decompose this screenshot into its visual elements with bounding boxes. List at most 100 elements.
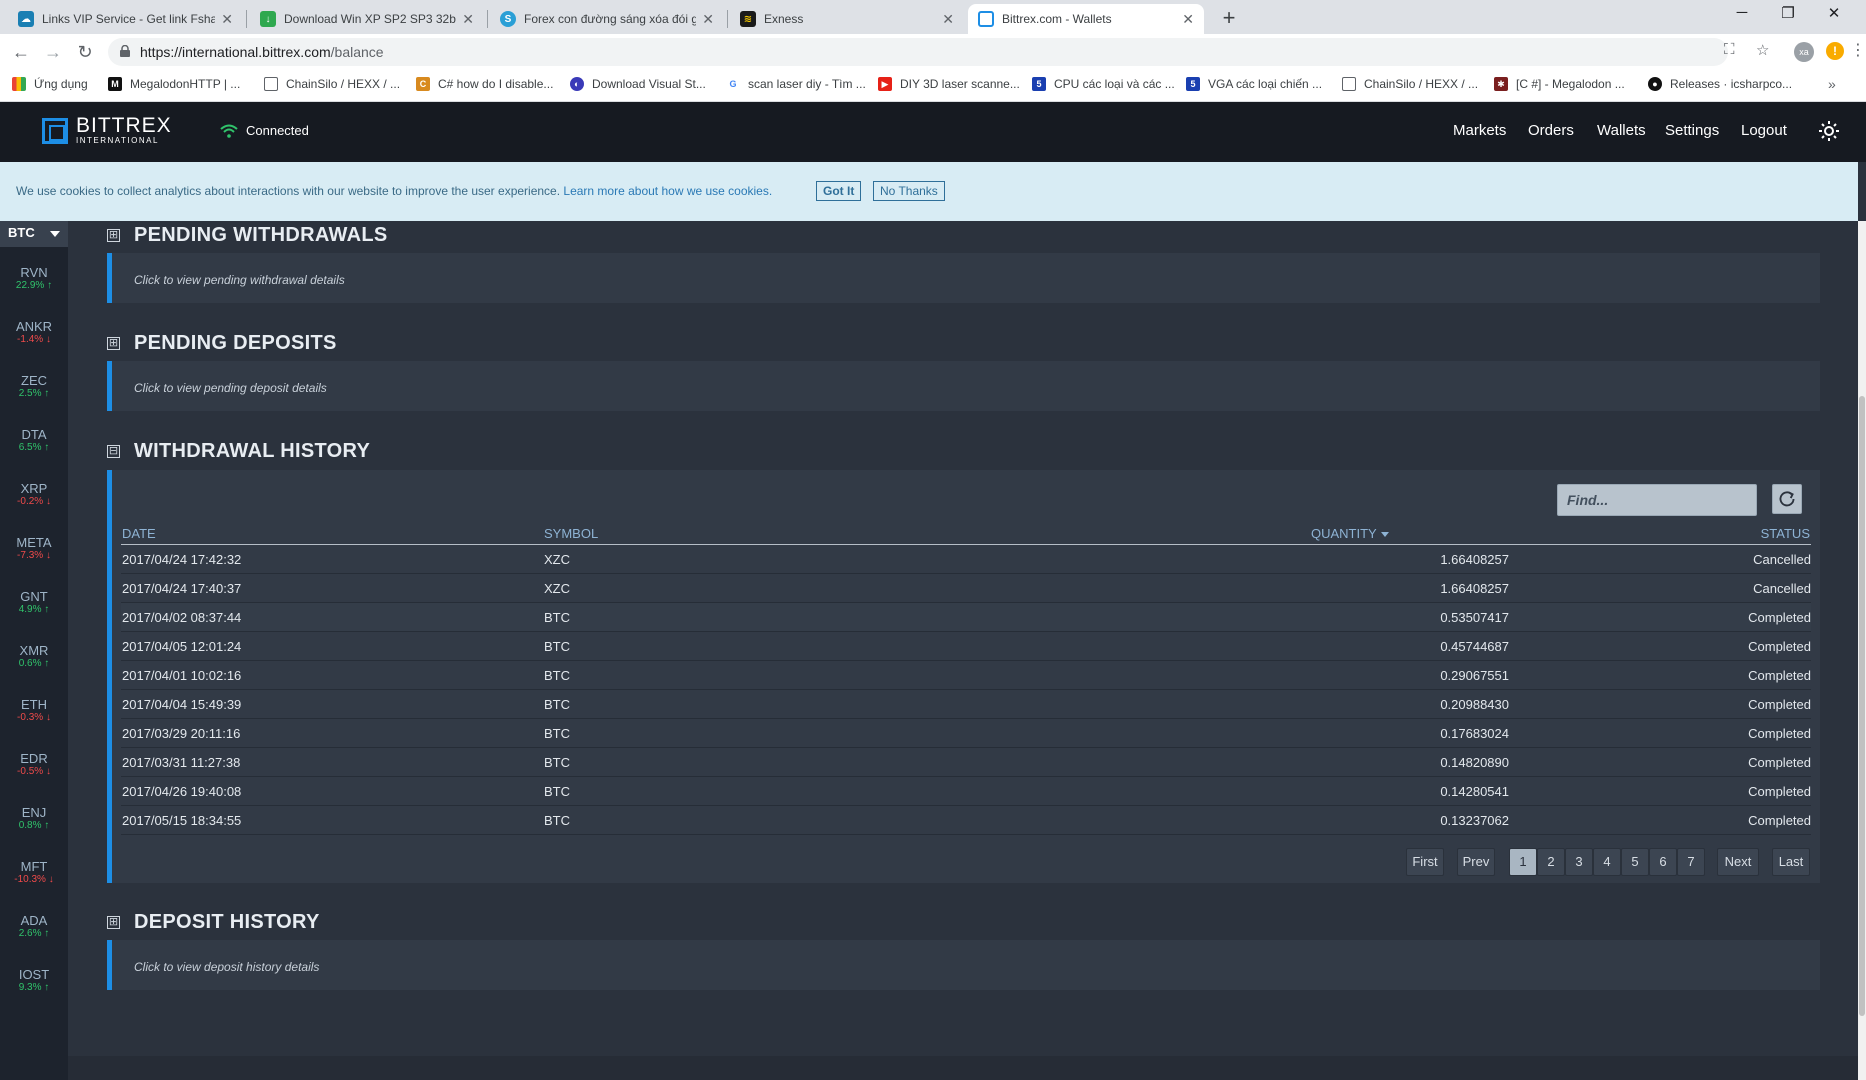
market-item[interactable]: ENJ 0.8% ↑ [0, 805, 68, 831]
column-date[interactable]: DATE [122, 526, 156, 541]
page-number-button[interactable]: 4 [1593, 848, 1621, 876]
page-next-button[interactable]: Next [1717, 848, 1759, 876]
nav-settings[interactable]: Settings [1665, 122, 1719, 139]
new-tab-button[interactable]: + [1215, 5, 1243, 31]
close-icon[interactable]: ✕ [221, 11, 233, 28]
market-item[interactable]: ADA 2.6% ↑ [0, 913, 68, 939]
market-item[interactable]: GNT 4.9% ↑ [0, 589, 68, 615]
more-bookmarks-icon[interactable]: » [1828, 76, 1836, 92]
theme-toggle-icon[interactable] [1818, 120, 1840, 142]
page-number-button[interactable]: 6 [1649, 848, 1677, 876]
market-item[interactable]: ETH -0.3% ↓ [0, 697, 68, 723]
nav-orders[interactable]: Orders [1528, 122, 1574, 139]
pending-withdrawals-panel[interactable]: Click to view pending withdrawal details [107, 253, 1820, 303]
scrollbar-thumb[interactable] [1859, 396, 1865, 1016]
browser-tab[interactable]: ↓ Download Win XP SP2 SP3 32bit ✕ [250, 4, 484, 34]
close-icon[interactable]: ✕ [1182, 11, 1194, 28]
star-icon[interactable]: ☆ [1756, 41, 1769, 59]
page-last-button[interactable]: Last [1772, 848, 1810, 876]
nav-logout[interactable]: Logout [1741, 122, 1787, 139]
bookmark-item[interactable]: 5 VGA các loại chiến ... [1186, 77, 1322, 91]
bookmark-item[interactable]: ● Releases · icsharpco... [1648, 77, 1792, 91]
market-item[interactable]: XRP -0.2% ↓ [0, 481, 68, 507]
update-alert-icon[interactable]: ! [1826, 42, 1844, 60]
column-status[interactable]: STATUS [1761, 526, 1810, 541]
close-window-icon[interactable]: ✕ [1814, 4, 1854, 22]
nav-wallets[interactable]: Wallets [1597, 122, 1646, 139]
bookmark-item[interactable]: 5 CPU các loại và các ... [1032, 77, 1175, 91]
browser-menu-icon[interactable]: ⋮ [1850, 40, 1866, 60]
table-row[interactable]: 2017/04/02 08:37:44 BTC 0.53507417 Complete… [121, 603, 1811, 632]
market-item[interactable]: RVN 22.9% ↑ [0, 265, 68, 291]
expand-icon[interactable]: ⊞ [107, 337, 120, 350]
page-number-button[interactable]: 2 [1537, 848, 1565, 876]
table-row[interactable]: 2017/03/31 11:27:38 BTC 0.14820890 Complete… [121, 748, 1811, 777]
cookie-learn-more-link[interactable]: Learn more about how we use cookies. [563, 184, 772, 198]
browser-tab[interactable]: S Forex con đường sáng xóa đói g ✕ [490, 4, 724, 34]
browser-tab[interactable]: ☁ Links VIP Service - Get link Fshare ✕ [8, 4, 243, 34]
browser-tab-active[interactable]: Bittrex.com - Wallets ✕ [968, 4, 1204, 34]
expand-icon[interactable]: ⊞ [107, 916, 120, 929]
translate-icon[interactable]: ⛶ [1724, 41, 1735, 58]
bookmark-item[interactable]: ChainSilo / HEXX / ... [264, 77, 400, 91]
bookmark-item[interactable]: ◐ Download Visual St... [570, 77, 706, 91]
section-pending-withdrawals[interactable]: ⊞ PENDING WITHDRAWALS [107, 224, 387, 247]
market-item[interactable]: ANKR -1.4% ↓ [0, 319, 68, 345]
page-prev-button[interactable]: Prev [1457, 848, 1495, 876]
address-bar[interactable]: https://international.bittrex.com/balanc… [108, 38, 1728, 66]
market-item[interactable]: XMR 0.6% ↑ [0, 643, 68, 669]
bookmark-item[interactable]: ▶ DIY 3D laser scanne... [878, 77, 1020, 91]
close-icon[interactable]: ✕ [462, 11, 474, 28]
section-deposit-history[interactable]: ⊞ DEPOSIT HISTORY [107, 911, 320, 934]
refresh-icon[interactable] [1772, 484, 1802, 514]
cookie-accept-button[interactable]: Got It [816, 181, 862, 201]
cookie-decline-button[interactable]: No Thanks [873, 181, 945, 201]
reload-icon[interactable]: ↻ [74, 41, 96, 63]
withdrawal-search-input[interactable] [1557, 484, 1757, 516]
table-row[interactable]: 2017/03/29 20:11:16 BTC 0.17683024 Complete… [121, 719, 1811, 748]
table-row[interactable]: 2017/04/24 17:42:32 XZC 1.66408257 Cancelle… [121, 545, 1811, 574]
page-number-button[interactable]: 3 [1565, 848, 1593, 876]
bookmark-item[interactable]: Gscan laser diy - Tìm ... [726, 77, 866, 91]
back-icon[interactable]: ← [10, 41, 32, 63]
page-number-button[interactable]: 5 [1621, 848, 1649, 876]
forward-icon[interactable]: → [42, 41, 64, 63]
deposit-history-panel[interactable]: Click to view deposit history details [107, 940, 1820, 990]
bookmark-item[interactable]: ✱ [C #] - Megalodon ... [1494, 77, 1625, 91]
market-item[interactable]: IOST 9.3% ↑ [0, 967, 68, 993]
page-scrollbar[interactable] [1858, 221, 1866, 1080]
nav-markets[interactable]: Markets [1453, 122, 1506, 139]
table-row[interactable]: 2017/05/15 18:34:55 BTC 0.13237062 Complete… [121, 806, 1811, 835]
market-item[interactable]: META -7.3% ↓ [0, 535, 68, 561]
base-currency-select[interactable]: BTC [0, 221, 68, 247]
section-withdrawal-history[interactable]: ⊟ WITHDRAWAL HISTORY [107, 440, 370, 463]
browser-tab[interactable]: ≋ Exness ✕ [730, 4, 964, 34]
page-number-button[interactable]: 7 [1677, 848, 1705, 876]
market-item[interactable]: EDR -0.5% ↓ [0, 751, 68, 777]
minimize-icon[interactable]: ─ [1722, 4, 1762, 21]
bookmark-item[interactable]: ChainSilo / HEXX / ... [1342, 77, 1478, 91]
market-item[interactable]: MFT -10.3% ↓ [0, 859, 68, 885]
maximize-icon[interactable]: ❐ [1768, 4, 1808, 22]
expand-icon[interactable]: ⊞ [107, 229, 120, 242]
table-row[interactable]: 2017/04/05 12:01:24 BTC 0.45744687 Complete… [121, 632, 1811, 661]
section-pending-deposits[interactable]: ⊞ PENDING DEPOSITS [107, 332, 337, 355]
column-quantity[interactable]: QUANTITY [1311, 526, 1389, 541]
bookmark-item[interactable]: M MegalodonHTTP | ... [108, 77, 240, 91]
page-number-button[interactable]: 1 [1509, 848, 1537, 876]
close-icon[interactable]: ✕ [702, 11, 714, 28]
bookmark-item[interactable]: C C# how do I disable... [416, 77, 553, 91]
page-first-button[interactable]: First [1406, 848, 1444, 876]
bittrex-logo[interactable]: BITTREX INTERNATIONAL [42, 115, 172, 146]
close-icon[interactable]: ✕ [942, 11, 954, 28]
table-row[interactable]: 2017/04/04 15:49:39 BTC 0.20988430 Complete… [121, 690, 1811, 719]
column-symbol[interactable]: SYMBOL [544, 526, 598, 541]
table-row[interactable]: 2017/04/24 17:40:37 XZC 1.66408257 Cancelle… [121, 574, 1811, 603]
bookmark-apps[interactable]: Ứng dụng [12, 77, 88, 91]
market-item[interactable]: DTA 6.5% ↑ [0, 427, 68, 453]
profile-avatar[interactable]: xa [1794, 42, 1814, 62]
table-row[interactable]: 2017/04/26 19:40:08 BTC 0.14280541 Complete… [121, 777, 1811, 806]
pending-deposits-panel[interactable]: Click to view pending deposit details [107, 361, 1820, 411]
table-row[interactable]: 2017/04/01 10:02:16 BTC 0.29067551 Complete… [121, 661, 1811, 690]
collapse-icon[interactable]: ⊟ [107, 445, 120, 458]
